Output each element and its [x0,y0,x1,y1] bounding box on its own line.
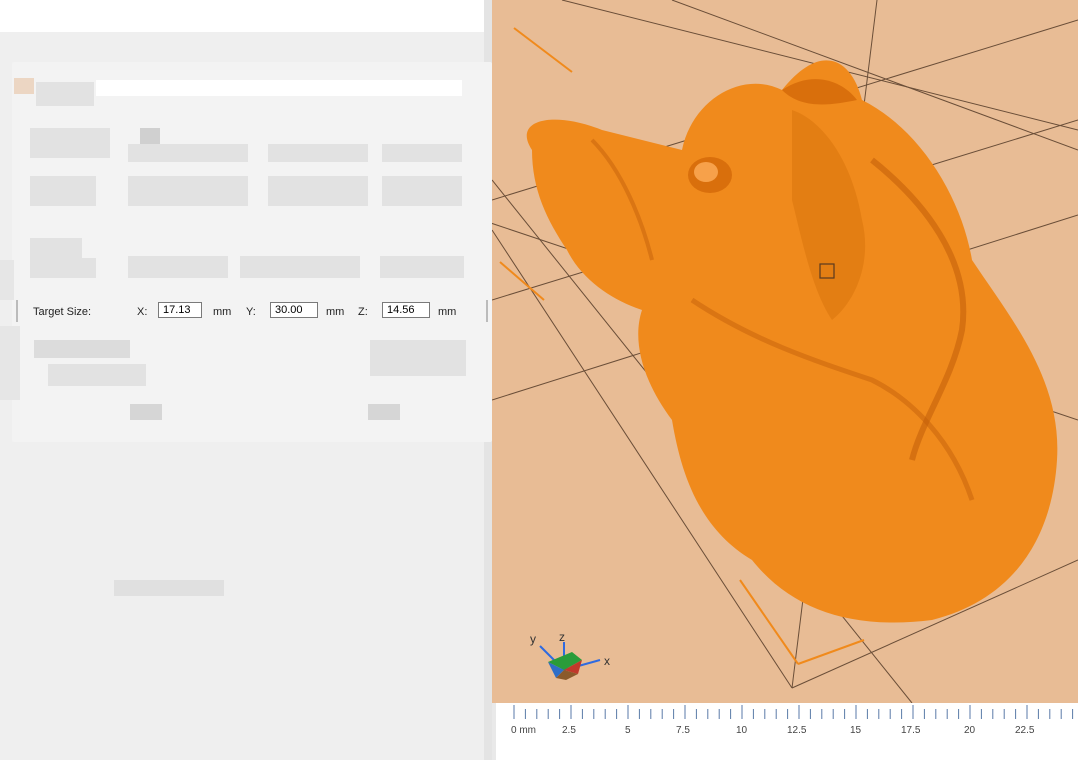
x-unit: mm [213,306,232,318]
dialog-icon [14,78,34,94]
row-separator-right [486,300,488,322]
viewport-scene [492,0,1078,703]
blurred-row-label-1 [30,128,110,158]
blurred-left-edge-2 [0,326,20,400]
blurred-row-1-cells-a [128,144,248,162]
blurred-row-icon [140,128,160,144]
blurred-row-3-cells-c [380,256,464,278]
blurred-row-label-4 [30,258,96,278]
blurred-row-1-cells-c [382,144,462,162]
target-size-row: Target Size: X: mm Y: mm Z: mm [20,300,486,324]
blurred-option-1 [34,340,130,358]
dialog-header-field [96,80,462,96]
blurred-row-label-3 [30,238,82,258]
axis-y-label: y [530,632,536,646]
axis-x-label: x [604,654,610,668]
axis-z-label: z [559,630,565,644]
y-size-input[interactable] [270,302,318,318]
blurred-row-3-cells-b [240,256,360,278]
x-label: X: [137,306,148,318]
ruler-tick-label: 22.5 [1015,725,1035,736]
x-size-input[interactable] [158,302,202,318]
blurred-row-label-2 [30,176,96,206]
blurred-row-3-cells-a [128,256,228,278]
ruler-tick-label: 7.5 [676,725,690,736]
3d-viewport[interactable] [492,0,1078,703]
top-white-bar [0,0,484,32]
z-unit: mm [438,306,457,318]
ruler-ticks [513,705,1074,719]
blurred-footer-item-1 [130,404,162,420]
blurred-dialog-button[interactable] [370,340,466,376]
blurred-footer-item-2 [368,404,400,420]
blurred-row-2-cells-c [382,176,462,206]
blurred-status-text [114,580,224,596]
ruler-tick-label: 17.5 [901,725,921,736]
axes-indicator: x y z [526,630,626,690]
ruler-origin-label: 0 mm [511,725,536,736]
row-separator-left [16,300,18,322]
ruler-tick-label: 10 [736,725,748,736]
blurred-row-2-cells-b [268,176,368,206]
ruler-tick-label: 15 [850,725,862,736]
blurred-row-2-cells-a [128,176,248,206]
blurred-dialog-title [36,82,94,106]
blurred-option-2 [48,364,146,386]
y-unit: mm [326,306,345,318]
axes-gizmo-icon [539,642,601,680]
bottom-ruler: 0 mm 2.5 5 7.5 10 12.5 15 17.5 20 22.5 [496,703,1078,760]
ruler-tick-label: 12.5 [787,725,807,736]
z-label: Z: [358,306,368,318]
ruler-tick-label: 20 [964,725,976,736]
ruler-tick-label: 2.5 [562,725,576,736]
blurred-left-edge [0,260,14,300]
ruler-tick-label: 5 [625,725,631,736]
blurred-row-1-cells-b [268,144,368,162]
z-size-input[interactable] [382,302,430,318]
y-label: Y: [246,306,256,318]
target-size-label: Target Size: [33,306,92,318]
